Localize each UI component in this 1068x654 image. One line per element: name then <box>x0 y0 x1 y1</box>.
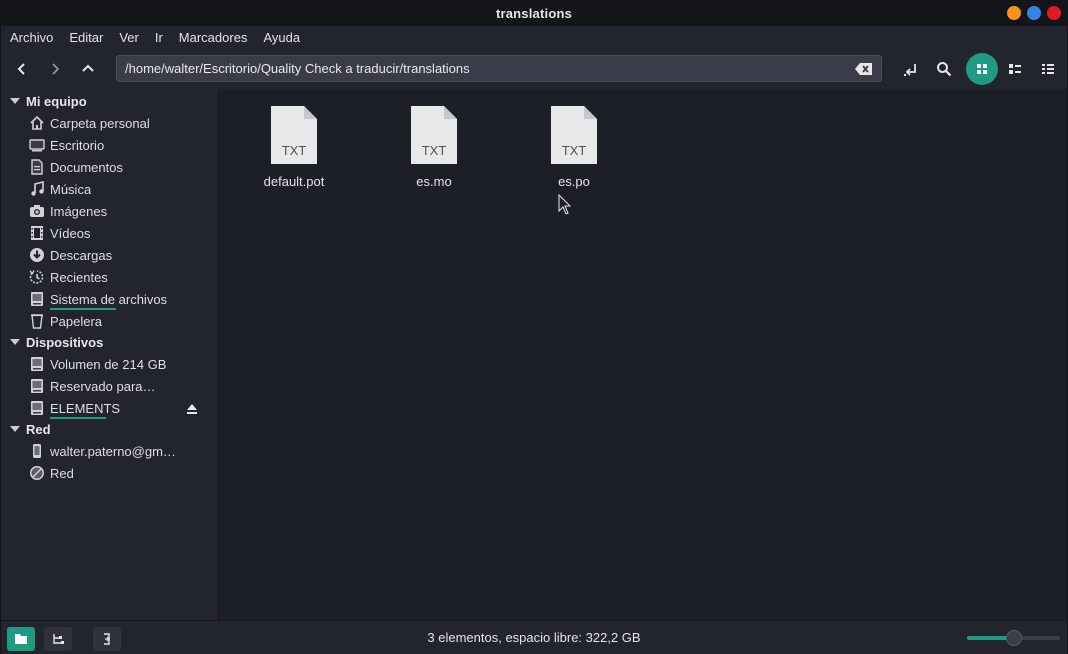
music-icon <box>29 181 45 197</box>
sidebar-item-imagenes[interactable]: Imágenes <box>29 201 209 221</box>
sidebar-item-papelera[interactable]: Papelera <box>29 311 209 331</box>
toolbar <box>1 48 1067 89</box>
sidebar-item-elements[interactable]: ELEMENTS <box>29 398 209 418</box>
download-icon <box>29 247 45 263</box>
zoom-slider-knob[interactable] <box>1005 630 1022 646</box>
close-button[interactable] <box>1047 6 1061 20</box>
path-input[interactable] <box>125 61 845 76</box>
file-item-es-mo[interactable]: TXT es.mo <box>384 105 484 189</box>
expander-icon <box>10 339 20 345</box>
icon-view-button[interactable] <box>966 53 998 85</box>
capacity-indicator <box>50 417 106 419</box>
zoom-slider[interactable] <box>967 630 1060 646</box>
file-item-default-pot[interactable]: TXT default.pot <box>244 105 344 189</box>
svg-text:TXT: TXT <box>282 143 307 158</box>
expander-icon <box>10 98 20 104</box>
clear-icon[interactable] <box>855 62 873 76</box>
file-manager-window: translations Archivo Editar Ver Ir Marca… <box>0 0 1068 654</box>
drive-icon <box>29 400 45 416</box>
menu-ir[interactable]: Ir <box>155 30 163 45</box>
status-text: 3 elementos, espacio libre: 322,2 GB <box>427 630 641 645</box>
menu-bar: Archivo Editar Ver Ir Marcadores Ayuda <box>1 26 1067 48</box>
chevron-up-icon <box>82 64 94 72</box>
sidebar: Mi equipo Carpeta personal Escritorio Do… <box>1 89 217 620</box>
location-bar[interactable] <box>116 55 882 82</box>
mouse-pointer-icon <box>558 194 572 215</box>
documents-icon <box>29 159 45 175</box>
sidebar-section-mi-equipo[interactable]: Mi equipo <box>10 92 87 110</box>
sidebar-item-sistema-de-archivos[interactable]: Sistema de archivos <box>29 289 209 309</box>
desktop-icon <box>29 137 45 153</box>
sidebar-item-documentos[interactable]: Documentos <box>29 157 209 177</box>
capacity-indicator <box>50 308 116 310</box>
window-title: translations <box>495 6 573 21</box>
menu-ver[interactable]: Ver <box>119 30 139 45</box>
compact-view-button[interactable] <box>1035 56 1061 82</box>
expander-icon <box>10 426 20 432</box>
text-file-icon: TXT <box>551 106 597 164</box>
search-icon <box>937 62 952 77</box>
recent-icon <box>29 269 45 285</box>
menu-ayuda[interactable]: Ayuda <box>263 30 300 45</box>
back-button[interactable] <box>9 56 35 82</box>
title-bar[interactable]: translations <box>1 1 1067 26</box>
chevron-left-icon <box>17 63 25 75</box>
sidebar-item-carpeta-personal[interactable]: Carpeta personal <box>29 113 209 133</box>
camera-icon <box>29 203 45 219</box>
minimize-button[interactable] <box>1007 6 1021 20</box>
list-icon <box>1009 64 1021 74</box>
list-view-button[interactable] <box>1002 56 1028 82</box>
sidebar-section-red[interactable]: Red <box>10 420 51 438</box>
eject-icon[interactable] <box>186 403 198 415</box>
menu-archivo[interactable]: Archivo <box>10 30 53 45</box>
sidebar-item-volumen[interactable]: Volumen de 214 GB <box>29 354 209 374</box>
sidebar-item-videos[interactable]: Vídeos <box>29 223 209 243</box>
location-toggle-icon <box>904 64 916 76</box>
forward-button[interactable] <box>42 56 68 82</box>
maximize-button[interactable] <box>1027 6 1041 20</box>
sidebar-item-reservado[interactable]: Reservado para el sistema <box>29 376 157 396</box>
menu-editar[interactable]: Editar <box>69 30 103 45</box>
film-icon <box>29 225 45 241</box>
text-file-icon: TXT <box>271 106 317 164</box>
sidebar-item-musica[interactable]: Música <box>29 179 209 199</box>
text-file-icon: TXT <box>411 106 457 164</box>
chevron-right-icon <box>52 63 60 75</box>
search-button[interactable] <box>931 56 957 82</box>
menu-marcadores[interactable]: Marcadores <box>179 30 248 45</box>
sidebar-item-walter-paterno[interactable]: walter.paterno@gmail.com <box>29 441 179 461</box>
trash-icon <box>29 313 45 329</box>
drive-icon <box>29 356 45 372</box>
status-bar: 3 elementos, espacio libre: 322,2 GB <box>1 620 1067 654</box>
drive-icon <box>29 291 45 307</box>
window-controls <box>1007 6 1061 20</box>
svg-text:TXT: TXT <box>422 143 447 158</box>
up-button[interactable] <box>75 56 101 82</box>
svg-text:TXT: TXT <box>562 143 587 158</box>
compact-list-icon <box>1042 64 1054 74</box>
file-item-es-po[interactable]: TXT es.po <box>524 105 624 189</box>
network-icon <box>29 465 45 481</box>
sidebar-item-recientes[interactable]: Recientes <box>29 267 209 287</box>
grid-icon <box>977 64 987 74</box>
sidebar-item-descargas[interactable]: Descargas <box>29 245 209 265</box>
file-view[interactable]: TXT default.pot TXT es.mo TXT es.po <box>218 89 1067 620</box>
sidebar-section-dispositivos[interactable]: Dispositivos <box>10 333 103 351</box>
sidebar-item-red[interactable]: Red <box>29 463 209 483</box>
drive-icon <box>29 378 45 394</box>
sidebar-item-escritorio[interactable]: Escritorio <box>29 135 209 155</box>
home-icon <box>29 115 45 131</box>
toggle-location-button[interactable] <box>898 56 924 82</box>
phone-icon <box>29 443 45 459</box>
